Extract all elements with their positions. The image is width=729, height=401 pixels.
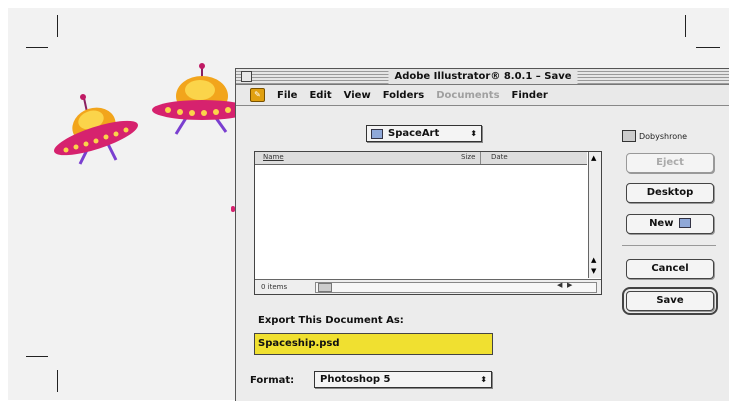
ufo-illustration xyxy=(152,63,240,135)
cancel-button[interactable]: Cancel xyxy=(626,259,714,279)
dialog-menubar: ✎ File Edit View Folders Documents Finde… xyxy=(236,85,729,106)
column-date[interactable]: Date xyxy=(491,153,508,161)
scroll-down-arrow[interactable]: ▼ xyxy=(591,267,596,275)
filename-input[interactable]: Spaceship.psd xyxy=(254,333,493,355)
crop-mark xyxy=(26,47,48,48)
menu-finder[interactable]: Finder xyxy=(512,90,548,101)
crop-mark xyxy=(26,356,48,357)
folder-icon xyxy=(371,128,383,139)
crop-mark xyxy=(57,370,58,392)
new-folder-button[interactable]: New xyxy=(626,214,714,234)
volume-name: Dobyshrone xyxy=(639,131,688,141)
export-label: Export This Document As: xyxy=(258,315,404,326)
scroll-up-arrow[interactable]: ▲ xyxy=(591,256,596,264)
file-list[interactable]: Name Size Date ▲ ▲ ▼ 0 items ◀ ▶ xyxy=(254,151,602,295)
new-folder-icon xyxy=(678,218,691,228)
disk-icon xyxy=(622,130,636,142)
crop-mark xyxy=(57,15,58,37)
scroll-thumb[interactable] xyxy=(318,283,332,292)
file-list-header: Name Size Date xyxy=(255,152,587,165)
illustrator-app-icon[interactable]: ✎ xyxy=(250,88,265,102)
horizontal-scrollbar[interactable] xyxy=(315,282,597,293)
desktop-button[interactable]: Desktop xyxy=(626,183,714,203)
format-popup[interactable]: Photoshop 5 ⬍ xyxy=(314,371,492,388)
eject-button[interactable]: Eject xyxy=(626,153,714,173)
column-name[interactable]: Name xyxy=(263,153,284,161)
menu-file[interactable]: File xyxy=(277,90,297,101)
save-button[interactable]: Save xyxy=(622,287,718,315)
column-size[interactable]: Size xyxy=(461,153,475,161)
scroll-up-arrow[interactable]: ▲ xyxy=(591,154,596,162)
ufo-illustration xyxy=(54,94,138,165)
close-box[interactable] xyxy=(241,71,252,82)
file-list-footer: 0 items ◀ ▶ xyxy=(255,279,601,294)
menu-view[interactable]: View xyxy=(344,90,371,101)
crop-mark xyxy=(685,15,686,37)
save-dialog: Adobe Illustrator® 8.0.1 – Save ✎ File E… xyxy=(235,68,729,401)
popup-arrows-icon: ⬍ xyxy=(470,129,477,138)
scroll-right-arrow[interactable]: ▶ xyxy=(567,281,572,289)
title-bar[interactable]: Adobe Illustrator® 8.0.1 – Save xyxy=(236,69,729,85)
scroll-left-arrow[interactable]: ◀ xyxy=(557,281,562,289)
menu-folders[interactable]: Folders xyxy=(383,90,425,101)
popup-arrows-icon: ⬍ xyxy=(480,375,487,384)
menu-edit[interactable]: Edit xyxy=(309,90,331,101)
column-divider xyxy=(480,152,481,164)
menu-documents[interactable]: Documents xyxy=(436,90,499,101)
format-popup-value: Photoshop 5 xyxy=(320,374,391,385)
crop-mark xyxy=(696,47,720,48)
format-label: Format: xyxy=(250,375,295,386)
new-button-label: New xyxy=(649,218,674,229)
button-divider xyxy=(622,245,716,246)
folder-popup[interactable]: SpaceArt ⬍ xyxy=(366,125,482,142)
volume-info: Dobyshrone xyxy=(622,130,687,142)
window-title: Adobe Illustrator® 8.0.1 – Save xyxy=(388,69,578,84)
item-count: 0 items xyxy=(261,283,288,291)
folder-popup-label: SpaceArt xyxy=(388,128,440,139)
vertical-scrollbar[interactable]: ▲ ▲ ▼ xyxy=(588,152,601,278)
